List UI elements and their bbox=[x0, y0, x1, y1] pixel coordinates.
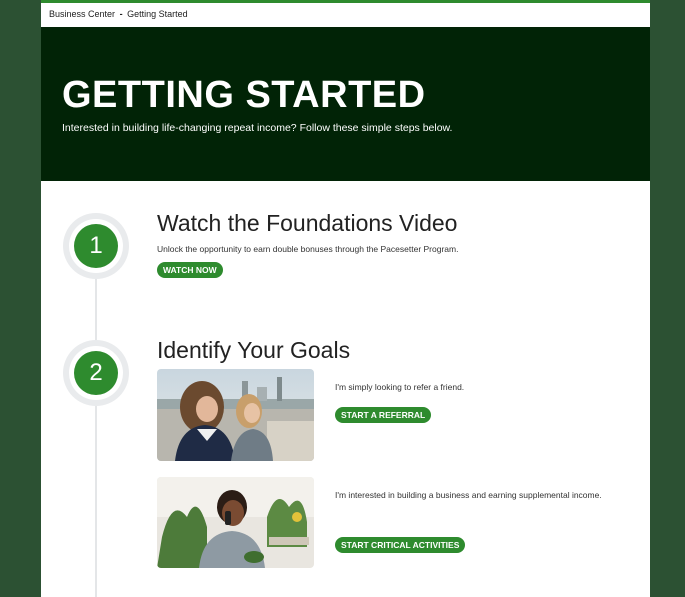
goal-1-text: I'm simply looking to refer a friend. bbox=[335, 382, 465, 392]
goal-2-text: I'm interested in building a business an… bbox=[335, 490, 602, 500]
page-subtitle: Interested in building life-changing rep… bbox=[62, 122, 453, 134]
step-2-title: Identify Your Goals bbox=[157, 337, 351, 363]
breadcrumb-parent-link[interactable]: Business Center bbox=[49, 9, 115, 19]
start-critical-activities-button[interactable]: START CRITICAL ACTIVITIES bbox=[335, 537, 466, 553]
breadcrumb: Business Center - Getting Started bbox=[41, 3, 650, 27]
start-referral-button[interactable]: START A REFERRAL bbox=[335, 407, 432, 423]
step-1-description: Unlock the opportunity to earn double bo… bbox=[157, 244, 459, 254]
step-2-number: 2 bbox=[74, 351, 118, 395]
business-photo bbox=[157, 477, 314, 568]
step-1-title: Watch the Foundations Video bbox=[157, 210, 458, 236]
step-1-number: 1 bbox=[74, 224, 118, 268]
page-title: GETTING STARTED bbox=[62, 74, 426, 116]
step-1-marker: 1 bbox=[63, 213, 129, 279]
referral-photo bbox=[157, 369, 314, 461]
timeline-line bbox=[95, 243, 97, 597]
breadcrumb-current: Getting Started bbox=[127, 9, 188, 19]
watch-now-button[interactable]: WATCH NOW bbox=[157, 262, 223, 278]
breadcrumb-separator: - bbox=[119, 9, 123, 19]
page-content: Business Center - Getting Started GETTIN… bbox=[41, 3, 650, 597]
hero-banner: GETTING STARTED Interested in building l… bbox=[41, 27, 650, 181]
step-2-marker: 2 bbox=[63, 340, 129, 406]
